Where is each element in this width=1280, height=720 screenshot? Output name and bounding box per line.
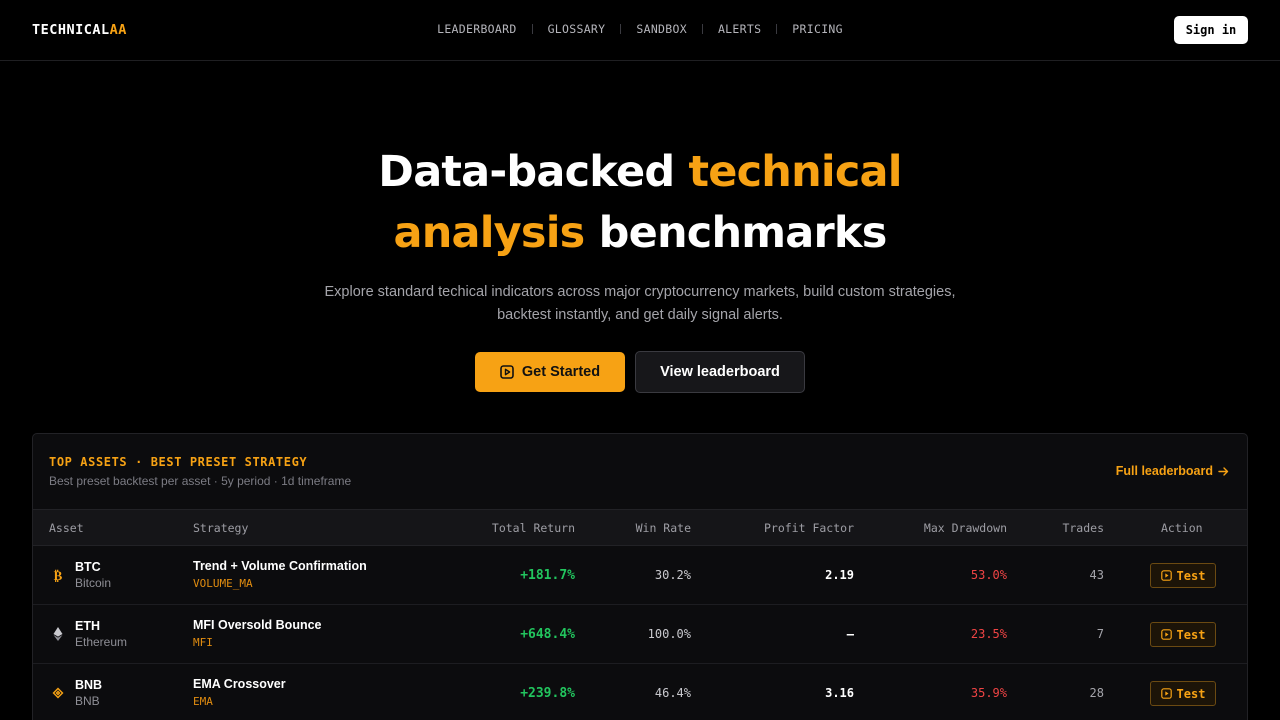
hero-title-part1: Data-backed <box>378 147 689 197</box>
full-leaderboard-link[interactable]: Full leaderboard <box>1116 464 1229 478</box>
max-drawdown: 35.9% <box>970 686 1007 700</box>
test-button[interactable]: Test <box>1150 681 1216 706</box>
bitcoin-icon: ₿ <box>54 569 63 583</box>
table-row[interactable]: ETH Ethereum MFI Oversold Bounce MFI +64… <box>33 605 1247 664</box>
test-label: Test <box>1176 568 1206 583</box>
asset-symbol: ETH <box>75 619 100 633</box>
nav-separator <box>531 24 533 34</box>
asset-symbol: BTC <box>75 560 101 574</box>
asset-name: Bitcoin <box>75 576 112 590</box>
trades-count: 28 <box>1089 686 1104 700</box>
col-trades[interactable]: Trades <box>1062 521 1104 535</box>
total-return: +648.4% <box>520 627 575 642</box>
get-started-label: Get Started <box>521 364 601 380</box>
nav-alerts[interactable]: ALERTS <box>718 22 761 36</box>
asset-name: BNB <box>75 694 100 708</box>
total-return: +181.7% <box>520 568 575 583</box>
hero-subtitle-line2: backtest instantly, and get daily signal… <box>497 307 783 323</box>
panel-title: TOP ASSETS · BEST PRESET STRATEGY <box>49 455 308 469</box>
table-row[interactable]: BNB BNB EMA Crossover EMA +239.8% 46.4% … <box>33 664 1247 720</box>
get-started-button[interactable]: Get Started <box>475 352 625 392</box>
top-assets-panel: TOP ASSETS · BEST PRESET STRATEGY Best p… <box>32 433 1248 720</box>
play-square-icon <box>1160 570 1172 581</box>
test-button[interactable]: Test <box>1150 563 1216 588</box>
test-label: Test <box>1176 627 1206 642</box>
nav-separator <box>776 24 778 34</box>
win-rate: 46.4% <box>654 686 691 700</box>
nav-leaderboard[interactable]: LEADERBOARD <box>437 22 516 36</box>
main-nav: LEADERBOARD GLOSSARY SANDBOX ALERTS PRIC… <box>0 22 1280 36</box>
max-drawdown: 53.0% <box>970 568 1007 582</box>
ethereum-icon <box>53 627 63 641</box>
strategy-tag: EMA <box>193 695 213 708</box>
strategy-name: Trend + Volume Confirmation <box>193 559 367 573</box>
hero-title: Data-backed technical analysis benchmark… <box>0 142 1280 264</box>
total-return: +239.8% <box>520 686 575 701</box>
strategy-name: MFI Oversold Bounce <box>193 618 322 632</box>
col-profit-factor[interactable]: Profit Factor <box>764 521 854 535</box>
hero-title-accent1: technical <box>688 147 902 197</box>
nav-separator <box>620 24 622 34</box>
hero-title-part2: benchmarks <box>584 208 888 258</box>
nav-separator <box>701 24 703 34</box>
test-label: Test <box>1176 686 1206 701</box>
nav-pricing[interactable]: PRICING <box>792 22 843 36</box>
play-square-icon <box>1160 688 1172 699</box>
play-square-icon <box>500 365 514 379</box>
nav-sandbox[interactable]: SANDBOX <box>636 22 687 36</box>
svg-text:₿: ₿ <box>54 569 63 583</box>
panel-subtitle: Best preset backtest per asset · 5y peri… <box>49 474 352 488</box>
profit-factor: 3.16 <box>825 686 854 700</box>
col-total-return[interactable]: Total Return <box>492 521 575 535</box>
col-strategy[interactable]: Strategy <box>193 521 248 535</box>
hero-subtitle: Explore standard techical indicators acr… <box>300 281 980 327</box>
win-rate: 100.0% <box>647 627 691 641</box>
sign-in-button[interactable]: Sign in <box>1174 16 1248 44</box>
col-win-rate[interactable]: Win Rate <box>636 521 691 535</box>
trades-count: 7 <box>1096 627 1104 641</box>
col-asset[interactable]: Asset <box>49 521 84 535</box>
profit-factor: 2.19 <box>825 568 854 582</box>
col-max-drawdown[interactable]: Max Drawdown <box>924 521 1007 535</box>
full-leaderboard-label: Full leaderboard <box>1115 464 1213 478</box>
nav-glossary[interactable]: GLOSSARY <box>548 22 606 36</box>
trades-count: 43 <box>1089 568 1104 582</box>
play-square-icon <box>1160 629 1172 640</box>
strategy-tag: MFI <box>193 636 213 649</box>
profit-factor: – <box>846 627 854 641</box>
hero-title-accent2: analysis <box>393 208 585 258</box>
table-header: Asset Strategy Total Return Win Rate Pro… <box>33 509 1247 546</box>
win-rate: 30.2% <box>654 568 691 582</box>
strategy-tag: VOLUME_MA <box>193 577 253 590</box>
col-action: Action <box>1161 521 1203 535</box>
arrow-right-icon <box>1218 466 1229 476</box>
top-navbar: TECHNICALAA LEADERBOARD GLOSSARY SANDBOX… <box>0 0 1280 61</box>
hero-subtitle-line1: Explore standard techical indicators acr… <box>324 284 956 300</box>
view-leaderboard-button[interactable]: View leaderboard <box>635 351 805 393</box>
test-button[interactable]: Test <box>1150 622 1216 647</box>
strategy-name: EMA Crossover <box>193 677 286 691</box>
table-row[interactable]: ₿ BTC Bitcoin Trend + Volume Confirmatio… <box>33 546 1247 605</box>
asset-name: Ethereum <box>75 635 128 649</box>
bnb-icon <box>52 687 64 699</box>
asset-symbol: BNB <box>75 678 103 692</box>
max-drawdown: 23.5% <box>970 627 1007 641</box>
